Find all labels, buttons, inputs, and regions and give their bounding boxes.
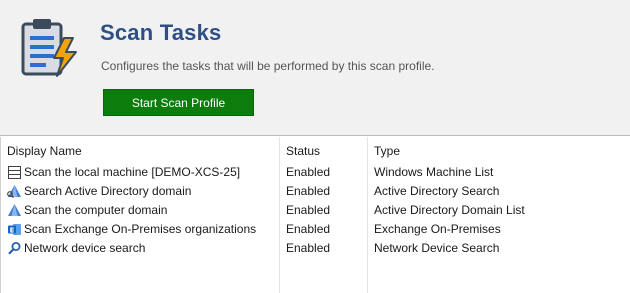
exchange-icon: E — [7, 222, 22, 237]
task-name: Search Active Directory domain — [24, 184, 192, 198]
column-header-status[interactable]: Status — [286, 144, 320, 158]
task-type: Exchange On-Premises — [374, 222, 501, 236]
table-row[interactable]: Search Active Directory domain Enabled A… — [1, 182, 630, 201]
task-status: Enabled — [286, 184, 331, 198]
task-type: Network Device Search — [374, 241, 500, 255]
svg-text:E: E — [10, 226, 15, 234]
task-type: Windows Machine List — [374, 165, 494, 179]
task-name: Network device search — [24, 241, 146, 255]
table-row[interactable]: E Scan Exchange On-Premises organization… — [1, 220, 630, 239]
task-type: Active Directory Domain List — [374, 203, 525, 217]
page-subtitle: Configures the tasks that will be perfor… — [101, 59, 435, 73]
task-status: Enabled — [286, 203, 331, 217]
column-header-type[interactable]: Type — [374, 144, 400, 158]
task-status: Enabled — [286, 222, 331, 236]
task-name: Scan Exchange On-Premises organizations — [24, 222, 257, 236]
task-type: Active Directory Search — [374, 184, 500, 198]
task-status: Enabled — [286, 165, 331, 179]
clipboard-lightning-icon — [18, 14, 88, 84]
column-header-display-name[interactable]: Display Name — [7, 144, 82, 158]
task-status: Enabled — [286, 241, 331, 255]
table-row[interactable]: Scan the local machine [DEMO-XCS-25] Ena… — [1, 163, 630, 182]
task-name: Scan the computer domain — [24, 203, 168, 217]
active-directory-search-icon — [7, 184, 22, 199]
machine-list-icon — [7, 165, 22, 180]
active-directory-icon — [7, 203, 22, 218]
list-header: Display Name Status Type — [1, 137, 630, 163]
page-title: Scan Tasks — [100, 20, 222, 45]
scan-task-list: Display Name Status Type Scan the local … — [0, 137, 630, 293]
table-row[interactable]: Network device search Enabled Network De… — [1, 239, 630, 258]
network-search-icon — [7, 241, 22, 256]
header-panel: Scan Tasks Configures the tasks that wil… — [0, 0, 630, 136]
table-row[interactable]: Scan the computer domain Enabled Active … — [1, 201, 630, 220]
start-scan-profile-button[interactable]: Start Scan Profile — [103, 89, 254, 116]
task-name: Scan the local machine [DEMO-XCS-25] — [24, 165, 241, 179]
